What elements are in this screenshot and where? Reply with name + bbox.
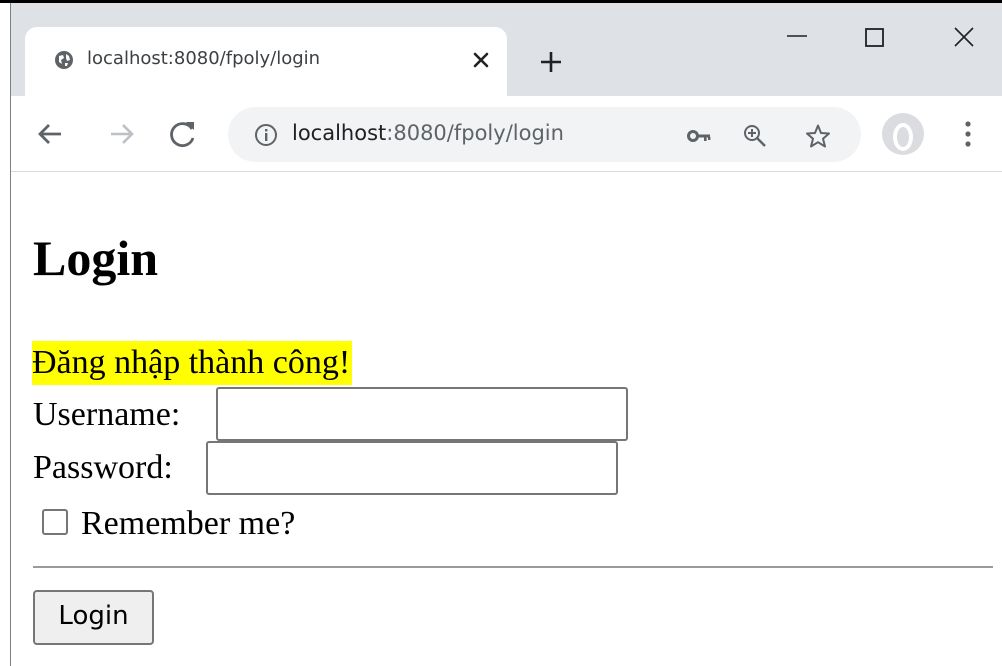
username-label: Username: — [33, 396, 181, 433]
profile-icon — [893, 123, 913, 151]
address-bar[interactable]: localhost:8080/fpoly/login — [228, 107, 861, 162]
key-icon[interactable] — [686, 123, 712, 149]
maximize-icon[interactable] — [851, 23, 899, 63]
remember-me-checkbox[interactable] — [42, 509, 68, 535]
url-text[interactable]: localhost:8080/fpoly/login — [292, 121, 564, 145]
star-icon[interactable] — [805, 123, 831, 149]
globe-icon — [55, 51, 73, 69]
tab-strip: localhost:8080/fpoly/login — [10, 3, 1002, 96]
minimize-icon[interactable] — [773, 23, 821, 63]
avatar[interactable] — [882, 113, 924, 155]
login-button[interactable]: Login — [33, 590, 154, 645]
browser-window: localhost:8080/fpoly/login localhost:808… — [10, 3, 1002, 666]
close-icon[interactable] — [468, 47, 494, 73]
success-message: Đăng nhập thành công! — [32, 341, 353, 385]
reload-icon[interactable] — [165, 116, 201, 152]
password-input[interactable] — [206, 441, 618, 495]
url-path: :8080/fpoly/login — [386, 121, 564, 145]
window-left-edge — [10, 3, 11, 666]
divider — [33, 566, 993, 568]
browser-toolbar: localhost:8080/fpoly/login — [10, 96, 1002, 172]
tab-login[interactable]: localhost:8080/fpoly/login — [25, 27, 507, 96]
plus-icon[interactable] — [537, 48, 565, 76]
username-input[interactable] — [216, 387, 628, 441]
remember-me-label[interactable]: Remember me? — [81, 504, 295, 544]
close-icon[interactable] — [940, 23, 988, 63]
kebab-menu-icon[interactable] — [956, 115, 980, 153]
password-label: Password: — [33, 449, 173, 486]
page-title: Login — [33, 230, 159, 286]
zoom-icon[interactable] — [742, 123, 768, 149]
arrow-left-icon[interactable] — [33, 116, 69, 152]
url-host: localhost — [292, 121, 387, 145]
arrow-right-icon[interactable] — [103, 116, 139, 152]
page-content: Login Đăng nhập thành công! Username: Pa… — [10, 173, 1002, 666]
tab-title: localhost:8080/fpoly/login — [87, 48, 321, 69]
info-icon[interactable] — [254, 123, 278, 147]
